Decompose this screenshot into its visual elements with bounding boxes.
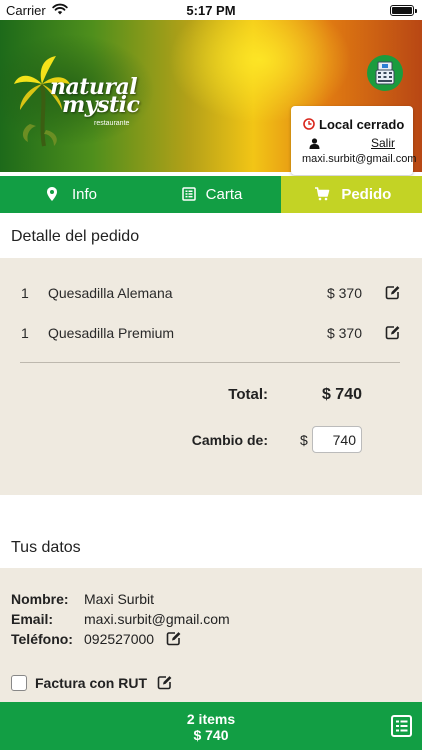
invoice-rut-checkbox[interactable] <box>11 675 27 691</box>
location-pin-icon <box>47 187 57 201</box>
items-count: 2 items <box>186 711 236 727</box>
clock-time: 5:17 PM <box>186 3 236 18</box>
order-detail-title: Detalle del pedido <box>11 228 140 245</box>
logout-link[interactable]: Salir <box>371 136 395 150</box>
user-email-row: Email: maxi.surbit@gmail.com <box>0 611 422 629</box>
store-status-text: Local cerrado <box>319 117 405 132</box>
item-price: $ 370 <box>326 325 362 341</box>
cash-register-icon <box>375 61 395 85</box>
header-banner: natural mystic restaurante Local cerrado… <box>0 20 422 175</box>
tab-info-label: Info <box>72 186 98 203</box>
name-value: Maxi Surbit <box>84 591 155 607</box>
logo-text-restaurante: restaurante <box>94 120 130 127</box>
phone-value: 092527000 <box>84 631 155 647</box>
tab-carta[interactable]: Carta <box>141 176 282 213</box>
change-label: Cambio de: <box>191 432 268 448</box>
status-bar: Carrier 5:17 PM <box>0 0 422 20</box>
item-name: Quesadilla Premium <box>48 325 175 341</box>
change-amount-input[interactable] <box>312 426 362 453</box>
user-phone-row: Teléfono: 092527000 <box>0 631 422 649</box>
change-currency: $ <box>300 432 308 448</box>
order-summary-bar[interactable]: 2 items $ 740 <box>0 702 422 750</box>
invoice-rut-label: Factura con RUT <box>35 675 148 691</box>
tab-pedido-label: Pedido <box>341 186 392 203</box>
clock-icon <box>303 118 315 130</box>
user-name-row: Nombre: Maxi Surbit <box>0 591 422 609</box>
phone-label: Teléfono: <box>11 631 73 647</box>
order-panel: 1 Quesadilla Alemana $ 370 1 Quesadilla … <box>0 258 422 495</box>
order-item-row: 1 Quesadilla Alemana $ 370 <box>0 285 422 305</box>
email-value: maxi.surbit@gmail.com <box>84 611 230 627</box>
calculator-button[interactable] <box>367 55 403 91</box>
item-quantity: 1 <box>21 325 29 341</box>
item-name: Quesadilla Alemana <box>48 285 173 301</box>
order-list-icon[interactable] <box>391 715 412 737</box>
order-divider <box>20 362 400 363</box>
user-email: maxi.surbit@gmail.com <box>302 153 417 165</box>
total-value: $ 740 <box>321 386 362 403</box>
user-data-title: Tus datos <box>11 539 81 556</box>
edit-icon[interactable] <box>166 631 181 646</box>
item-quantity: 1 <box>21 285 29 301</box>
user-icon <box>309 138 320 149</box>
total-label: Total: <box>228 386 268 403</box>
name-label: Nombre: <box>11 591 69 607</box>
menu-list-icon <box>181 187 196 201</box>
tab-carta-label: Carta <box>205 186 243 203</box>
edit-icon[interactable] <box>385 285 400 300</box>
store-status-card: Local cerrado Salir maxi.surbit@gmail.co… <box>291 106 417 175</box>
user-data-panel: Nombre: Maxi Surbit Email: maxi.surbit@g… <box>0 568 422 702</box>
logo-text-mystic: mystic <box>62 92 140 118</box>
order-total: $ 740 <box>193 727 229 743</box>
edit-icon[interactable] <box>385 325 400 340</box>
tab-info[interactable]: Info <box>0 176 141 213</box>
order-item-row: 1 Quesadilla Premium $ 370 <box>0 325 422 345</box>
battery-icon <box>390 5 417 16</box>
edit-icon[interactable] <box>157 675 172 690</box>
tab-pedido[interactable]: Pedido <box>281 176 422 213</box>
cart-icon <box>315 187 330 201</box>
restaurant-logo: natural mystic restaurante <box>12 54 142 150</box>
email-label: Email: <box>11 611 54 627</box>
tab-bar: Info Carta Pedido <box>0 176 422 213</box>
item-price: $ 370 <box>326 285 362 301</box>
